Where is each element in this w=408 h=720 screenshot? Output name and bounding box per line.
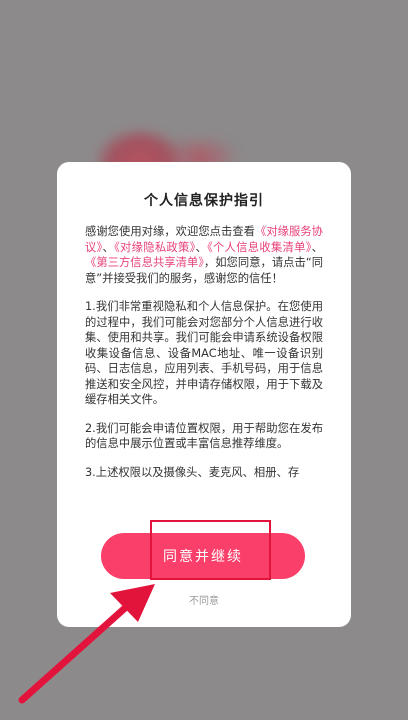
annotation-arrow-icon	[18, 584, 155, 704]
